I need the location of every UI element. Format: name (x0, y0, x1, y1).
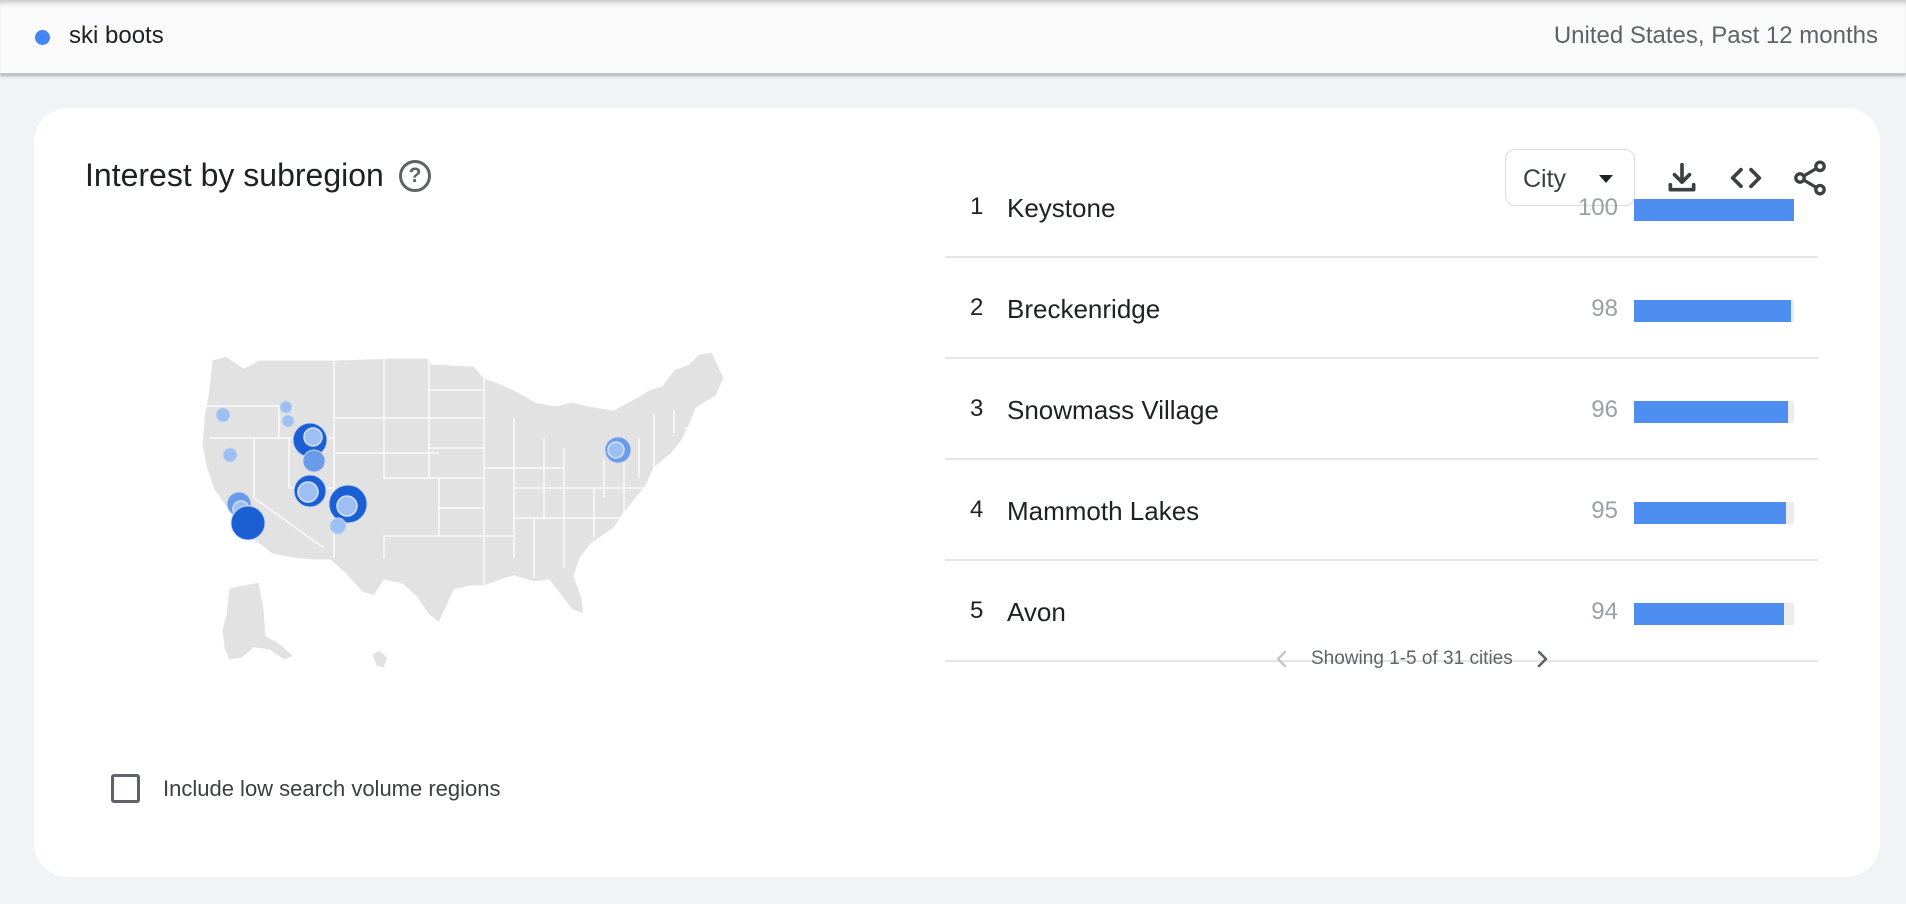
scope-label: United States, Past 12 months (1553, 22, 1878, 49)
ranking-bar-fill (1634, 199, 1794, 221)
ranking-bar-track (1634, 300, 1794, 322)
ranking-city-name: Breckenridge (1007, 294, 1161, 324)
card-title: Interest by subregion (85, 157, 384, 193)
us-bubble-map[interactable] (184, 318, 804, 788)
ranking-bar-track (1634, 199, 1794, 221)
map-bubble-inner[interactable] (297, 481, 319, 503)
ranking-city-name: Mammoth Lakes (1007, 496, 1200, 526)
ranking-row[interactable]: 2 Breckenridge 98 (945, 258, 1818, 359)
ranking-bar-fill (1634, 300, 1791, 322)
ranking-value: 98 (1591, 295, 1618, 322)
map-bubble-inner[interactable] (336, 495, 358, 517)
ranking-value: 95 (1591, 497, 1618, 524)
pagination-text: Showing 1-5 of 31 cities (1311, 648, 1513, 669)
ranking-city-name: Avon (1007, 597, 1066, 627)
ranking-rank: 4 (970, 496, 984, 523)
ranking-value: 100 (1577, 194, 1618, 221)
help-circle-icon[interactable]: ? (399, 160, 431, 192)
us-land (201, 351, 725, 669)
map-bubble[interactable] (302, 449, 326, 473)
map-bubble[interactable] (329, 517, 347, 535)
alaska-shape (221, 581, 296, 661)
ranking-rank: 5 (970, 597, 984, 624)
ranking-value: 94 (1591, 598, 1618, 625)
ranking-rank: 2 (970, 294, 984, 321)
pagination: Showing 1-5 of 31 cities (1230, 640, 1590, 680)
hawaii-shape (371, 649, 389, 669)
ranking-bar-track (1634, 401, 1794, 423)
comparison-header: ski boots United States, Past 12 months (0, 0, 1906, 74)
ranking-bar-fill (1634, 603, 1785, 625)
include-low-volume-checkbox[interactable] (111, 774, 140, 803)
search-term-color-dot (35, 30, 50, 45)
map-bubble[interactable] (281, 414, 295, 428)
ranking-bar-fill (1634, 401, 1788, 423)
include-low-volume-label[interactable]: Include low search volume regions (163, 776, 501, 802)
ranking-bar-track (1634, 502, 1794, 524)
search-term[interactable]: ski boots (69, 22, 164, 50)
ranking-bar-fill (1634, 502, 1786, 524)
next-page-chevron-icon[interactable] (1530, 644, 1554, 674)
ranking-rank: 3 (970, 395, 984, 422)
ranking-row[interactable]: 4 Mammoth Lakes 95 (945, 460, 1818, 561)
previous-page-chevron-icon[interactable] (1270, 644, 1294, 674)
map-bubble[interactable] (279, 400, 293, 414)
map-bubble-inner[interactable] (303, 427, 323, 447)
ranking-city-name: Keystone (1007, 193, 1116, 223)
map-bubble[interactable] (230, 505, 266, 541)
ranking-rank: 1 (970, 193, 984, 220)
ranking-row[interactable]: 1 Keystone 100 (945, 157, 1818, 258)
map-bubble-inner[interactable] (607, 441, 625, 459)
ranking-city-name: Snowmass Village (1007, 395, 1219, 425)
ranking-row[interactable]: 3 Snowmass Village 96 (945, 359, 1818, 460)
ranking-list: 1 Keystone 100 2 Breckenridge 98 3 Snowm… (945, 157, 1818, 662)
map-bubble[interactable] (215, 407, 231, 423)
ranking-value: 96 (1591, 396, 1618, 423)
map-bubble[interactable] (222, 447, 238, 463)
ranking-bar-track (1634, 603, 1794, 625)
